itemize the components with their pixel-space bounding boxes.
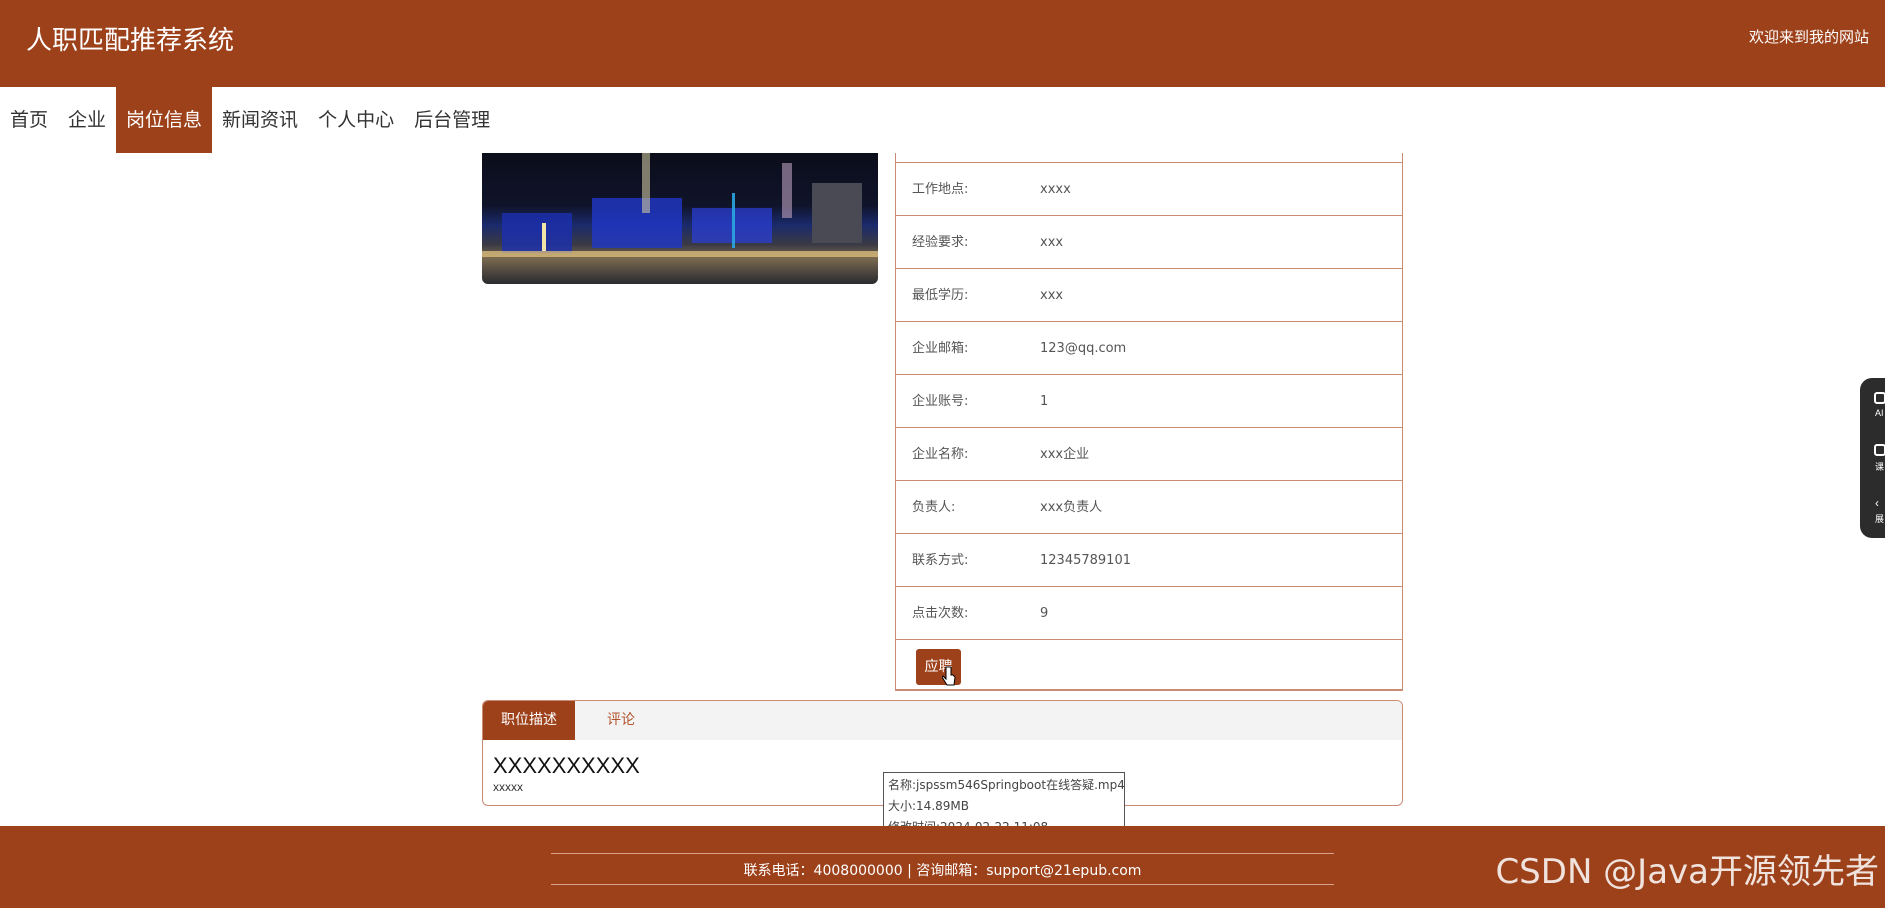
table-bottom-border xyxy=(896,689,1402,691)
table-row: 企业账号: 1 xyxy=(896,375,1402,428)
table-row: 最低学历: xxx xyxy=(896,269,1402,322)
table-row: 负责人: xxx负责人 xyxy=(896,481,1402,534)
ai-icon[interactable] xyxy=(1874,392,1885,404)
table-row: 企业名称: xxx企业 xyxy=(896,428,1402,481)
row-value: 9 xyxy=(1040,606,1049,621)
row-value: xxxx xyxy=(1040,182,1071,197)
row-label: 联系方式: xyxy=(912,553,969,568)
side-label-ai: AI xyxy=(1875,408,1884,418)
job-info-table: 工作地点: xxxx 经验要求: xxx 最低学历: xxx 企业邮箱: 123… xyxy=(895,153,1403,691)
table-row: 联系方式: 12345789101 xyxy=(896,534,1402,587)
row-value: xxx企业 xyxy=(1040,447,1090,462)
description-title: XXXXXXXXXX xyxy=(493,753,640,778)
nav-item-enterprise[interactable]: 企业 xyxy=(58,87,116,153)
table-row: 工作地点: xxxx xyxy=(896,163,1402,216)
nav-item-admin[interactable]: 后台管理 xyxy=(404,87,500,153)
row-label: 工作地点: xyxy=(912,182,969,197)
footer-divider xyxy=(551,884,1334,885)
row-label: 企业邮箱: xyxy=(912,341,969,356)
job-photo xyxy=(482,153,878,284)
footer-divider xyxy=(551,853,1334,854)
nav-item-news[interactable]: 新闻资讯 xyxy=(212,87,308,153)
row-value: 12345789101 xyxy=(1040,553,1131,568)
row-label: 企业账号: xyxy=(912,394,969,409)
row-label: 负责人: xyxy=(912,500,956,515)
row-value: 1 xyxy=(1040,394,1049,409)
table-row: 企业邮箱: 123@qq.com xyxy=(896,322,1402,375)
nav-item-jobs[interactable]: 岗位信息 xyxy=(116,87,213,153)
side-label-expand: 展 xyxy=(1875,514,1885,524)
main-nav: 首页 企业 岗位信息 新闻资讯 个人中心 后台管理 xyxy=(0,87,500,153)
nav-item-home[interactable]: 首页 xyxy=(0,87,58,153)
tab-comments[interactable]: 评论 xyxy=(589,701,653,740)
mouse-cursor-icon xyxy=(941,665,958,692)
row-value: xxx xyxy=(1040,288,1064,303)
welcome-text: 欢迎来到我的网站 xyxy=(1748,28,1869,46)
tab-job-description[interactable]: 职位描述 xyxy=(483,701,575,740)
chevron-left-icon[interactable]: ‹ xyxy=(1875,496,1879,510)
nav-item-personal-center[interactable]: 个人中心 xyxy=(308,87,404,153)
site-title[interactable]: 人职匹配推荐系统 xyxy=(26,20,234,57)
row-label: 点击次数: xyxy=(912,606,969,621)
table-row-partial xyxy=(896,153,1402,163)
tabs-bar: 职位描述 评论 xyxy=(483,701,1402,740)
table-row: 点击次数: 9 xyxy=(896,587,1402,640)
row-label: 最低学历: xyxy=(912,288,969,303)
table-row: 经验要求: xxx xyxy=(896,216,1402,269)
row-value: xxx负责人 xyxy=(1040,500,1103,515)
side-label-course: 课 xyxy=(1875,462,1885,472)
course-icon[interactable] xyxy=(1874,444,1885,456)
row-value: 123@qq.com xyxy=(1040,341,1127,356)
watermark: CSDN @Java开源领先者 xyxy=(1495,852,1879,892)
site-footer: 联系电话：4008000000 | 咨询邮箱：support@21epub.co… xyxy=(0,826,1885,908)
row-label: 经验要求: xyxy=(912,235,969,250)
row-value: xxx xyxy=(1040,235,1064,250)
tooltip-size: 大小:14.89MB xyxy=(888,799,969,813)
tooltip-name: 名称:jspssm546Springboot在线答疑.mp4 xyxy=(888,778,1125,792)
site-header: 人职匹配推荐系统 欢迎来到我的网站 xyxy=(0,0,1885,87)
side-toolbar[interactable]: AI 课 ‹ 展 xyxy=(1860,378,1885,538)
row-label: 企业名称: xyxy=(912,447,969,462)
description-text: xxxxx xyxy=(493,780,523,794)
